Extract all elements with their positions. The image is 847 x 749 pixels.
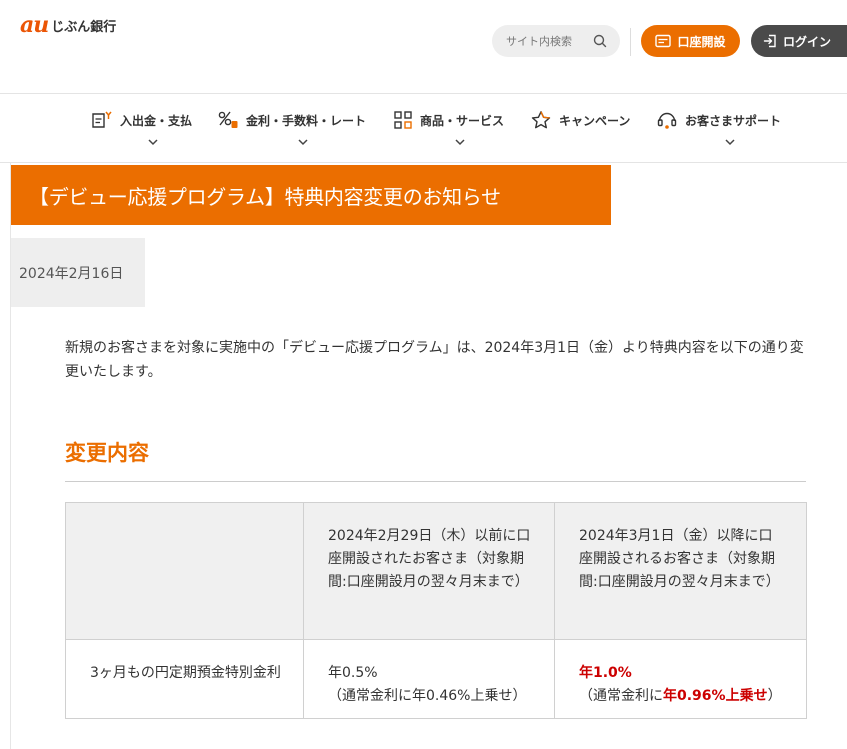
nav-item-products-services[interactable]: 商品・サービス (393, 109, 504, 153)
intro-paragraph: 新規のお客さまを対象に実施中の「デビュー応援プログラム」は、2024年3月1日（… (65, 340, 804, 380)
after-cell: 年1.0% （通常金利に年0.96%上乗せ） (554, 639, 807, 719)
search-input[interactable] (506, 34, 588, 48)
chevron-down-icon (298, 139, 308, 146)
after-rate: 年1.0% (579, 665, 632, 681)
before-cell: 年0.5% （通常金利に年0.46%上乗せ） (303, 639, 555, 719)
grid-icon (394, 111, 412, 129)
headset-icon (657, 112, 677, 129)
deposit-withdraw-icon (92, 111, 112, 128)
open-account-button[interactable]: 口座開設 (641, 25, 740, 57)
publish-date: 2024年2月16日 (19, 265, 124, 282)
account-card-icon (655, 34, 672, 48)
login-button[interactable]: ログイン (751, 25, 847, 57)
chevron-down-icon (148, 139, 158, 146)
login-label: ログイン (783, 34, 832, 49)
logo-text: じぶん銀行 (51, 20, 117, 35)
au-jibun-bank-logo[interactable]: au じぶん銀行 (20, 14, 116, 36)
table-header-empty (65, 502, 304, 640)
percent-icon (218, 111, 238, 128)
page-title: 【デビュー応援プログラム】特典内容変更のお知らせ (29, 184, 501, 209)
page-title-bar: 【デビュー応援プログラム】特典内容変更のお知らせ (11, 165, 611, 225)
nav-item-customer-support[interactable]: お客さまサポート (656, 109, 781, 153)
login-icon (763, 34, 776, 48)
global-nav: 入出金・支払 金利・手数料・レート 商品・サービス キャンペーン お客さまサポー… (0, 95, 847, 163)
nav-label: お客さまサポート (685, 113, 782, 128)
after-note-post: ） (767, 688, 782, 704)
comparison-table: 2024年2月29日（木）以前に口座開設されたお客さま（対象期間:口座開設月の翌… (65, 502, 807, 719)
nav-label: 金利・手数料・レート (246, 113, 367, 128)
section-title: 変更内容 (65, 441, 149, 465)
logo-mark: au (20, 12, 49, 38)
publish-date-box: 2024年2月16日 (11, 238, 145, 307)
chevron-down-icon (725, 139, 735, 146)
chevron-down-icon (455, 139, 465, 146)
before-note: （通常金利に年0.46%上乗せ） (328, 688, 527, 704)
table-header-row: 2024年2月29日（木）以前に口座開設されたお客さま（対象期間:口座開設月の翌… (65, 502, 807, 640)
nav-item-deposit-withdraw[interactable]: 入出金・支払 (91, 109, 192, 153)
header-divider (630, 28, 631, 56)
before-rate: 年0.5% (328, 665, 378, 681)
site-header: au じぶん銀行 口座開設 ログイン (0, 0, 847, 94)
row-label: 3ヶ月もの円定期預金特別金利 (65, 639, 304, 719)
open-account-label: 口座開設 (677, 34, 726, 49)
table-row: 3ヶ月もの円定期預金特別金利 年0.5% （通常金利に年0.46%上乗せ） 年1… (65, 639, 807, 719)
after-note-pre: （通常金利に (579, 688, 663, 704)
nav-item-rates-fees[interactable]: 金利・手数料・レート (217, 109, 366, 153)
nav-item-campaign[interactable]: キャンペーン (530, 109, 630, 153)
after-note-emphasis: 年0.96%上乗せ (663, 688, 768, 704)
nav-label: 商品・サービス (420, 113, 505, 128)
table-header-before: 2024年2月29日（木）以前に口座開設されたお客さま（対象期間:口座開設月の翌… (303, 502, 555, 640)
star-icon (531, 111, 551, 129)
section-divider (65, 481, 806, 482)
search-icon[interactable] (592, 33, 608, 49)
nav-label: 入出金・支払 (120, 113, 193, 128)
table-header-after: 2024年3月1日（金）以降に口座開設されるお客さま（対象期間:口座開設月の翌々… (554, 502, 807, 640)
nav-label: キャンペーン (559, 113, 631, 128)
site-search (492, 25, 620, 57)
